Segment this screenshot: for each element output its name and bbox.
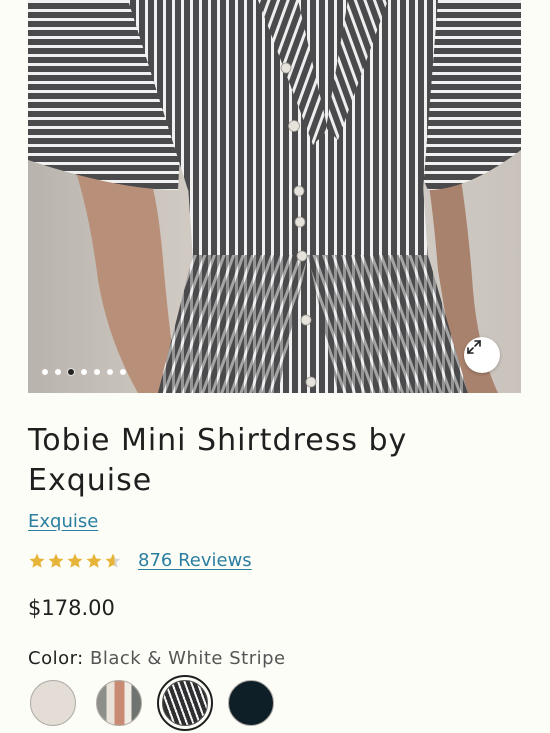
gallery-dot[interactable]: [81, 369, 87, 375]
color-selection-label: Color: Black & White Stripe: [28, 648, 286, 669]
star-rating: [28, 552, 122, 570]
star-icon: [29, 553, 45, 568]
star-icon: [105, 553, 121, 568]
gallery-dot[interactable]: [107, 369, 113, 375]
product-image: [28, 0, 521, 393]
reviews-link[interactable]: 876 Reviews: [138, 550, 252, 571]
star-icon: [86, 553, 102, 568]
swatch-navy[interactable]: [228, 680, 274, 726]
swatch-multicolor-stripe[interactable]: [96, 680, 142, 726]
color-label: Color:: [28, 648, 84, 669]
gallery-dot[interactable]: [68, 369, 74, 375]
gallery-pagination: [42, 369, 126, 375]
gallery-dot[interactable]: [120, 369, 126, 375]
star-icon: [48, 553, 64, 568]
swatch-black-white-stripe[interactable]: [157, 675, 213, 731]
expand-arrows-icon: [467, 340, 481, 354]
product-image-gallery[interactable]: [28, 0, 521, 393]
brand-link[interactable]: Exquise: [28, 511, 98, 532]
expand-image-button[interactable]: [464, 337, 500, 373]
product-price: $178.00: [28, 596, 115, 620]
product-title: Tobie Mini Shirtdress by Exquise: [28, 423, 408, 498]
gallery-dot[interactable]: [94, 369, 100, 375]
rating-row: 876 Reviews: [28, 550, 252, 571]
gallery-dot[interactable]: [42, 369, 48, 375]
gallery-dot[interactable]: [55, 369, 61, 375]
selected-color-name: Black & White Stripe: [89, 648, 286, 669]
color-swatches: [30, 675, 274, 731]
star-icon: [67, 553, 83, 568]
swatch-ivory[interactable]: [30, 680, 76, 726]
